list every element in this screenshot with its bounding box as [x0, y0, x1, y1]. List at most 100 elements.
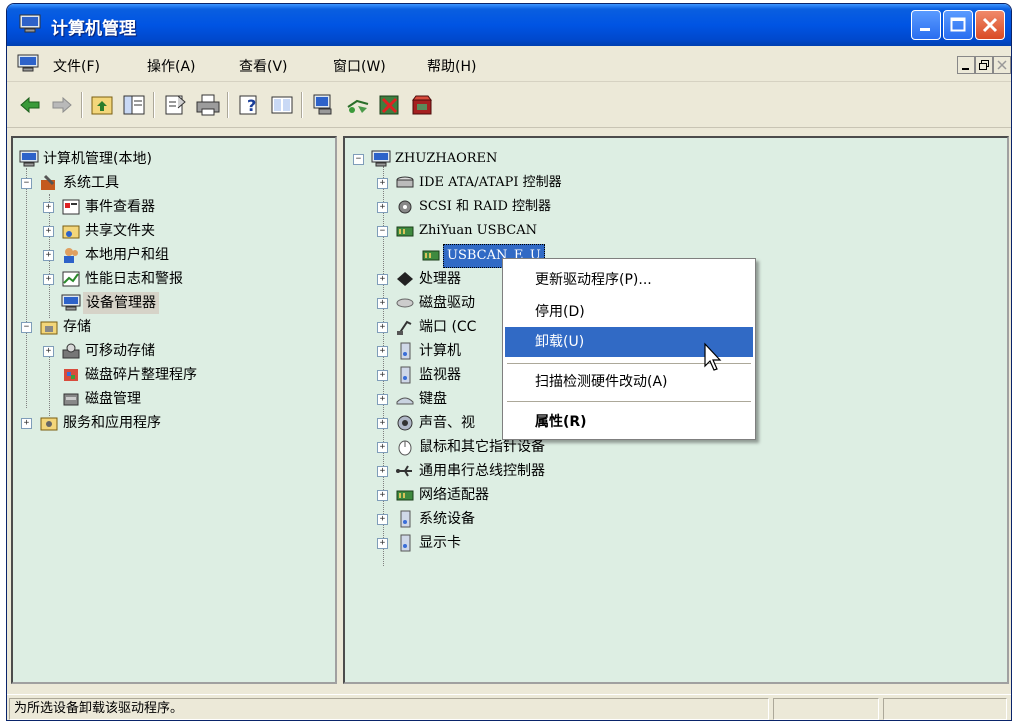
- computer-icon: [400, 342, 411, 360]
- tree-node-label: 可移动存储: [85, 343, 155, 359]
- expand-toggle[interactable]: +: [377, 178, 388, 189]
- toolbar-separator: [81, 92, 83, 118]
- scan-hardware-icon[interactable]: [345, 92, 371, 118]
- uninstall-device-icon[interactable]: [409, 92, 435, 118]
- expand-toggle[interactable]: +: [377, 466, 388, 477]
- tree-node-label: 磁盘碎片整理程序: [85, 367, 197, 383]
- menu-window[interactable]: 窗口(W): [333, 56, 386, 76]
- removable-storage-icon: [62, 343, 80, 359]
- maximize-button[interactable]: [943, 10, 973, 40]
- tree-node-label: 声音、视: [419, 415, 475, 431]
- title-bar[interactable]: 计算机管理: [7, 4, 1011, 46]
- help-icon[interactable]: ?: [237, 92, 263, 118]
- properties-icon[interactable]: [163, 92, 189, 118]
- close-button[interactable]: [975, 10, 1005, 40]
- services-icon: [40, 417, 58, 431]
- tree-node-label: 网络适配器: [419, 487, 489, 503]
- device-manager-icon: [61, 294, 81, 311]
- expand-toggle[interactable]: +: [377, 418, 388, 429]
- minimize-icon: [962, 68, 969, 70]
- menu-help[interactable]: 帮助(H): [427, 56, 476, 76]
- storage-icon: [40, 321, 58, 335]
- document-system-menu-icon[interactable]: [17, 54, 39, 72]
- tree-node-label: 事件查看器: [85, 199, 155, 215]
- expand-toggle[interactable]: +: [377, 538, 388, 549]
- event-viewer-icon: [62, 199, 80, 215]
- tree-node-label: ZHUZHAOREN: [395, 151, 498, 166]
- computer-icon: [371, 150, 391, 167]
- tree-node-label: 显示卡: [419, 535, 461, 551]
- collapse-toggle[interactable]: −: [353, 154, 364, 165]
- up-folder-icon[interactable]: [89, 92, 115, 118]
- toolbar-separator: [227, 92, 229, 118]
- status-panel: [883, 698, 1007, 720]
- tree-node-label: 本地用户和组: [85, 247, 169, 263]
- system-tools-icon: [41, 174, 55, 190]
- usbcan-device-icon: [396, 226, 414, 237]
- expand-toggle[interactable]: +: [377, 322, 388, 333]
- expand-toggle[interactable]: +: [43, 226, 54, 237]
- expand-toggle[interactable]: +: [377, 202, 388, 213]
- expand-toggle[interactable]: +: [377, 490, 388, 501]
- tree-node-label: 设备管理器: [83, 292, 159, 314]
- mdi-restore-button[interactable]: [975, 56, 993, 74]
- expand-toggle[interactable]: +: [21, 418, 32, 429]
- mdi-minimize-button[interactable]: [957, 56, 975, 74]
- menu-file[interactable]: 文件(F): [53, 56, 100, 76]
- expand-toggle[interactable]: +: [43, 274, 54, 285]
- expand-toggle[interactable]: +: [377, 298, 388, 309]
- mdi-close-button[interactable]: [993, 56, 1011, 74]
- tree-node-label: 系统工具: [63, 175, 119, 191]
- print-icon[interactable]: [195, 92, 221, 118]
- console-tree-icon[interactable]: [269, 92, 295, 118]
- expand-toggle[interactable]: +: [377, 346, 388, 357]
- expand-toggle[interactable]: +: [377, 394, 388, 405]
- menu-view[interactable]: 查看(V): [239, 56, 288, 76]
- expand-toggle[interactable]: +: [377, 274, 388, 285]
- tree-node-label: 磁盘管理: [85, 391, 141, 407]
- tree-node-label: 系统设备: [419, 511, 475, 527]
- tree-node-label: 存储: [63, 319, 91, 335]
- ide-controller-icon: [396, 176, 414, 188]
- tree-line: [26, 168, 27, 408]
- network-adapter-icon: [396, 490, 414, 501]
- minimize-button[interactable]: [911, 10, 941, 40]
- menu-item-disable[interactable]: 停用(D): [505, 297, 753, 327]
- tree-node-label: SCSI 和 RAID 控制器: [419, 199, 552, 214]
- system-device-icon: [400, 510, 411, 528]
- menu-item-update-driver[interactable]: 更新驱动程序(P)...: [505, 265, 753, 295]
- tree-node-label: 键盘: [419, 391, 447, 407]
- expand-toggle[interactable]: +: [377, 442, 388, 453]
- disk-drive-icon: [396, 298, 414, 308]
- console-tree-pane[interactable]: 计算机管理(本地) − 系统工具 + 事件查看器 + 共享文件夹 + 本地用户和…: [11, 136, 337, 684]
- mouse-pointer-icon: [704, 342, 722, 371]
- toolbar-separator: [153, 92, 155, 118]
- expand-toggle[interactable]: +: [377, 370, 388, 381]
- tree-node-label: 性能日志和警报: [85, 271, 183, 287]
- show-tree-icon[interactable]: [121, 92, 147, 118]
- collapse-toggle[interactable]: −: [21, 322, 32, 333]
- menu-item-properties[interactable]: 属性(R): [505, 407, 753, 437]
- usbcan-device-icon: [422, 250, 440, 261]
- expand-toggle[interactable]: +: [377, 514, 388, 525]
- expand-toggle[interactable]: +: [43, 346, 54, 357]
- disable-device-icon[interactable]: [377, 92, 403, 118]
- collapse-toggle[interactable]: −: [377, 226, 388, 237]
- computer-icon[interactable]: [311, 92, 337, 118]
- back-icon[interactable]: [17, 92, 43, 118]
- expand-toggle[interactable]: +: [43, 250, 54, 261]
- tree-node-label: 共享文件夹: [85, 223, 155, 239]
- window-title: 计算机管理: [51, 19, 136, 39]
- scsi-controller-icon: [398, 200, 412, 214]
- status-panel: [773, 698, 879, 720]
- forward-icon[interactable]: [49, 92, 75, 118]
- disk-management-icon: [63, 393, 79, 406]
- display-adapter-icon: [400, 534, 411, 552]
- expand-toggle[interactable]: +: [43, 202, 54, 213]
- collapse-toggle[interactable]: −: [21, 178, 32, 189]
- menu-action[interactable]: 操作(A): [147, 56, 196, 76]
- computer-management-app-icon: [19, 14, 41, 33]
- tree-node-label: 计算机: [419, 343, 461, 359]
- close-icon: [982, 17, 998, 33]
- menu-bar: 文件(F) 操作(A) 查看(V) 窗口(W) 帮助(H): [7, 46, 1011, 82]
